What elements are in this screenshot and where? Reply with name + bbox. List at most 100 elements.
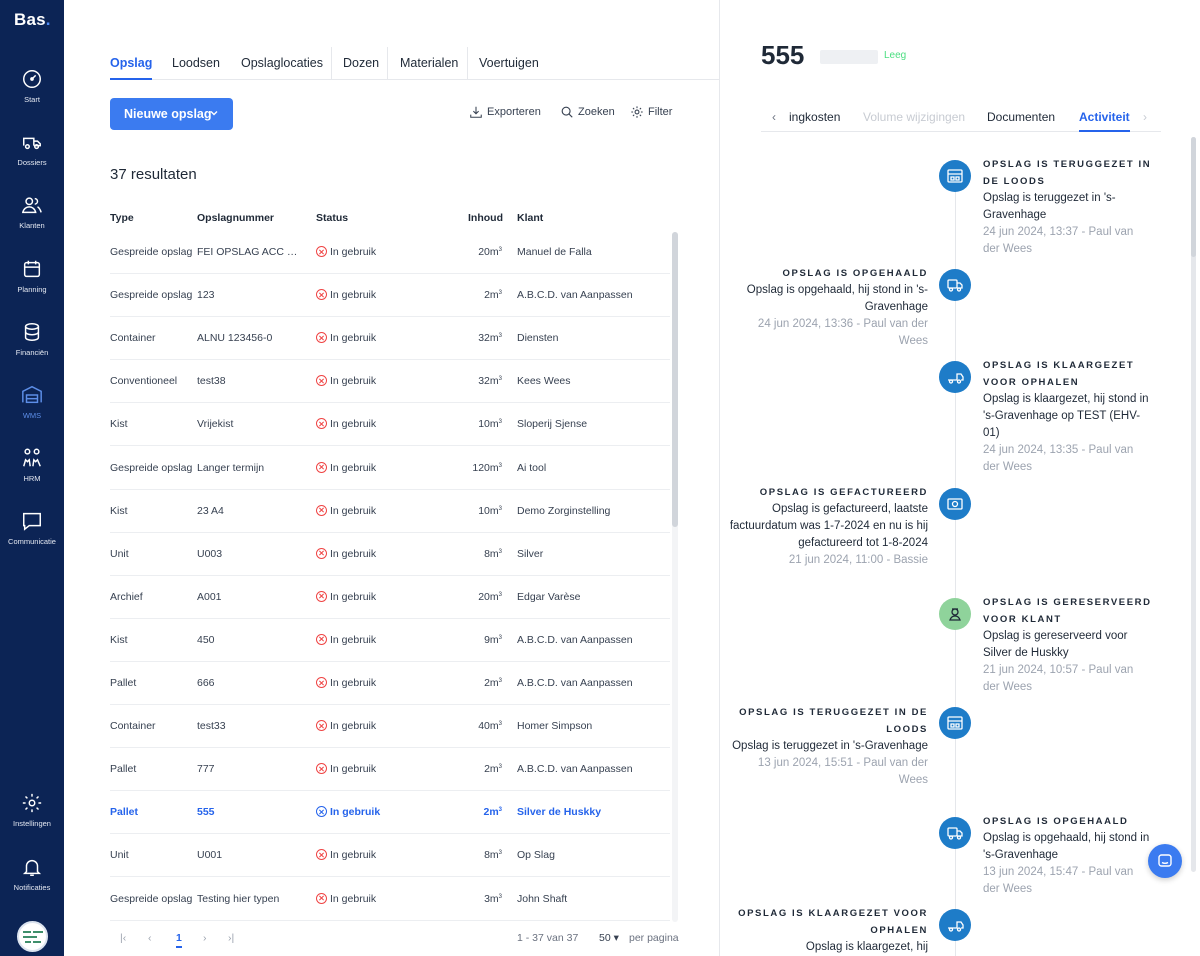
tab-opslag[interactable]: Opslag: [110, 47, 153, 80]
tabs-scroll-right-icon[interactable]: ›: [1143, 110, 1147, 124]
status-badge: Leeg: [884, 50, 907, 61]
activity-description: Opslag is teruggezet in 's-Gravenhage: [732, 740, 928, 752]
calendar-icon: [23, 260, 41, 278]
cell-inhoud: 3m3: [440, 893, 502, 905]
sidebar-item-planning[interactable]: Planning: [0, 258, 64, 294]
sidebar-item-communicatie[interactable]: Communicatie: [0, 510, 64, 546]
sidebar-item-label: Notificaties: [13, 883, 51, 892]
people-icon: [23, 448, 41, 467]
table-row[interactable]: Kist Vrijekist In gebruik 10m3 Sloperij Sjen…: [110, 403, 670, 447]
logo[interactable]: Bas.: [14, 10, 51, 30]
table-row[interactable]: Gespreide opslag 123 In gebruik 2m3 A.B.C.D.…: [110, 274, 670, 318]
sidebar-item-financien[interactable]: Financiën: [0, 321, 64, 357]
cell-klant: Manuel de Falla: [517, 246, 592, 258]
cell-type: Container: [110, 720, 156, 733]
inhoud-unit: m: [489, 849, 499, 862]
table-row[interactable]: Kist 23 A4 In gebruik 10m3 Demo Zorginstelli…: [110, 490, 670, 533]
avatar[interactable]: [17, 921, 48, 952]
tab-materialen[interactable]: Materialen: [400, 47, 458, 80]
x-circle-icon: [316, 418, 327, 430]
status-text: In gebruik: [330, 806, 381, 819]
column-header-inhoud[interactable]: Inhoud: [468, 212, 503, 224]
chat-button[interactable]: [1148, 844, 1182, 878]
tab-loodsen[interactable]: Loodsen: [172, 47, 220, 80]
table-row[interactable]: Pallet 666 In gebruik 2m3 A.B.C.D. van Aanpa…: [110, 662, 670, 705]
filter-button[interactable]: Filter: [631, 106, 672, 118]
sidebar-item-label: Dossiers: [17, 158, 47, 167]
cell-type: Archief: [110, 590, 143, 603]
table-row[interactable]: Gespreide opslag FEI OPSLAG ACC 167... In …: [110, 231, 670, 274]
sidebar-item-wms[interactable]: WMS: [0, 384, 64, 420]
cell-inhoud: 9m3: [440, 634, 502, 646]
search-button[interactable]: Zoeken: [561, 106, 615, 118]
sidebar-item-klanten[interactable]: Klanten: [0, 194, 64, 230]
tab-documenten[interactable]: Documenten: [987, 110, 1055, 124]
tabs-scroll-left-icon[interactable]: ‹: [772, 110, 776, 124]
tab-dozen[interactable]: Dozen: [343, 47, 379, 80]
page-number[interactable]: 1: [176, 932, 182, 948]
cell-status: In gebruik: [316, 547, 416, 560]
table-row[interactable]: Pallet 777 In gebruik 2m3 A.B.C.D. van Aanpa…: [110, 748, 670, 792]
x-circle-icon: [316, 892, 327, 904]
sidebar-item-start[interactable]: Start: [0, 68, 64, 104]
table-row[interactable]: Pallet 555 In gebruik 2m3 Silver de Huskky: [110, 791, 670, 835]
cell-klant: Homer Simpson: [517, 720, 593, 733]
column-header-status[interactable]: Status: [316, 212, 348, 224]
inhoud-unit: m: [489, 590, 499, 603]
cell-inhoud: 20m3: [440, 246, 502, 258]
table-row[interactable]: Archief A001 In gebruik 20m3 Edgar Varèse: [110, 576, 670, 619]
activity-item: Opslag is teruggezet in de loods Opslag i…: [983, 156, 1153, 258]
tab-volume-wijzigingen[interactable]: Volume wijzigingen: [863, 110, 965, 124]
x-circle-icon: [316, 547, 327, 559]
table-row[interactable]: Unit U001 In gebruik 8m3 Op Slag: [110, 834, 670, 878]
x-circle-icon: [316, 246, 327, 257]
cell-opslagnummer: U001: [197, 849, 223, 862]
column-header-type[interactable]: Type: [110, 212, 134, 224]
cell-status: In gebruik: [316, 633, 416, 646]
table-row[interactable]: Kist 450 In gebruik 9m3 A.B.C.D. van Aanpass…: [110, 619, 670, 662]
inhoud-value: 20: [478, 590, 490, 603]
status-text: In gebruik: [330, 633, 377, 646]
activity-heading: Opslag is teruggezet in de loods: [983, 159, 1152, 187]
tab-activiteit[interactable]: Activiteit: [1079, 110, 1130, 132]
inhoud-unit: m: [489, 677, 499, 689]
table-scrollbar[interactable]: [672, 232, 678, 527]
cell-status: In gebruik: [316, 849, 416, 861]
sidebar-item-notificaties[interactable]: Notificaties: [0, 856, 64, 892]
tab-opslaglocaties[interactable]: Opslaglocaties: [241, 47, 323, 80]
sidebar-item-dossiers[interactable]: Dossiers: [0, 131, 64, 167]
sidebar-item-hrm[interactable]: HRM: [0, 447, 64, 483]
last-page-button[interactable]: ›|: [228, 932, 234, 944]
table-row[interactable]: Gespreide opslag Langer termijn In gebruik…: [110, 447, 670, 490]
column-header-opslagnummer[interactable]: Opslagnummer: [197, 212, 274, 224]
tab-divider: [331, 47, 332, 80]
table-row[interactable]: Container test33 In gebruik 40m3 Homer Simps…: [110, 705, 670, 749]
cell-type: Gespreide opslag: [110, 892, 192, 905]
tab-voertuigen[interactable]: Voertuigen: [479, 47, 539, 80]
column-header-klant[interactable]: Klant: [517, 212, 543, 224]
export-button[interactable]: Exporteren: [470, 106, 541, 118]
cell-opslagnummer: 777: [197, 763, 215, 776]
inhoud-unit-sup: 3: [498, 591, 502, 598]
table-row[interactable]: Unit U003 In gebruik 8m3 Silver: [110, 533, 670, 576]
first-page-button[interactable]: |‹: [120, 932, 126, 944]
next-page-button[interactable]: ›: [203, 932, 207, 944]
cell-opslagnummer: 23 A4: [197, 504, 224, 517]
table-row[interactable]: Gespreide opslag Testing hier typen In geb…: [110, 878, 670, 921]
tab-opslagkosten[interactable]: ingkosten: [789, 110, 840, 124]
x-circle-icon: [316, 849, 327, 861]
detail-scrollbar[interactable]: [1191, 137, 1196, 257]
new-storage-button[interactable]: Nieuwe opslag: [110, 98, 233, 130]
x-circle-icon: [316, 289, 327, 301]
cell-inhoud: 2m3: [440, 677, 502, 689]
inhoud-value: 120: [472, 461, 490, 474]
per-page-select[interactable]: 50 ▾: [599, 932, 619, 944]
table-row[interactable]: Conventioneel test38 In gebruik 32m3 Kees We…: [110, 360, 670, 404]
cell-status: In gebruik: [316, 375, 416, 387]
x-circle-icon: [316, 590, 327, 602]
inhoud-value: 32: [478, 375, 490, 388]
sidebar-item-instellingen[interactable]: Instellingen: [0, 792, 64, 828]
prev-page-button[interactable]: ‹: [148, 932, 152, 944]
activity-item: Opslag is gereserveerd voor klant Opslag …: [983, 594, 1153, 696]
table-row[interactable]: Container ALNU 123456-0 In gebruik 32m3 Dien…: [110, 317, 670, 361]
